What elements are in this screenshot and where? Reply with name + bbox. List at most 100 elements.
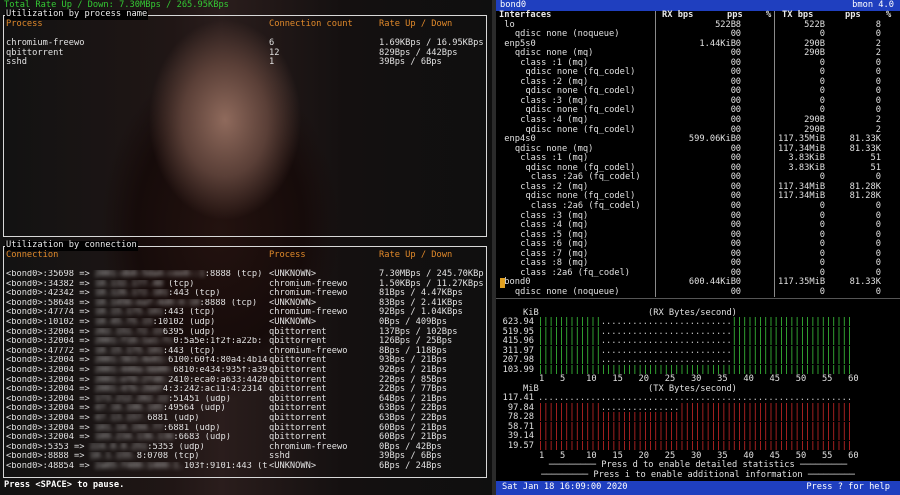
connection-remote-suffix: :8888 (tcp) [199, 298, 258, 308]
conn-rate-col-header: Rate Up / Down [379, 250, 453, 260]
x-tick: 10 [586, 374, 597, 384]
process-name: sshd [6, 57, 27, 68]
connection-row[interactable]: <bond0>:48854 => 2a05:f480:1400:1.103f:9… [6, 462, 268, 472]
connection-local: <bond0>:32004 => [6, 337, 95, 347]
connection-remote-suffix: 8:0708 (tcp) [136, 452, 200, 462]
connection-row[interactable]: <bond0>:32004 => 2001:47b:2b0f4:3:242:ac… [6, 385, 268, 395]
connection-remote-redacted: 2001:db8:5da4:cee0::1 [94, 270, 205, 279]
connection-row[interactable]: <bond0>:32004 => 2001:ef0:2f48:2410:eca0… [6, 376, 268, 386]
tx-pct-header: % [886, 10, 892, 20]
connection-remote-suffix: :10102 (udp) [152, 318, 216, 327]
connection-remote-suffix: :51451 (udp) [168, 394, 231, 404]
connection-remote-redacted: 202.151.72.15 [94, 327, 163, 337]
help-hint[interactable]: Press ? for help [806, 482, 890, 493]
connection-row[interactable]: <bond0>:5353 => 224.0.0.251:5353 (udp) [6, 443, 268, 453]
connection-remote-redacted: 2001:ef0:2f48: [94, 375, 169, 385]
bmon-title-bar: bond0 bmon 4.0 [496, 0, 900, 11]
tx-pps: 0 [875, 105, 881, 116]
connection-local: <bond0>:32004 => [6, 423, 95, 433]
tx-bps: 3.83KiB [788, 162, 825, 173]
tx-pps: 0 [875, 286, 881, 297]
x-tick: 1 [539, 374, 545, 384]
connection-row[interactable]: <bond0>:32004 => 202.151.72.156395 (udp) [6, 328, 268, 338]
process-count: 1 [269, 57, 275, 68]
x-tick: 55 [821, 374, 833, 384]
tx-pps: 2 [875, 48, 881, 59]
connection-row[interactable]: <bond0>:58648 => 10.1456:eaf:4d0:4:10:88… [6, 299, 268, 309]
connection-row[interactable]: <bond0>:32004 => 2001:f16:1a1:fc0:5a5e:1… [6, 337, 268, 347]
connection-remote-suffix: :6881 (udp) [162, 423, 221, 433]
connection-row[interactable]: <bond0>:47772 => 10.15.175.101:443 (tcp) [6, 347, 268, 357]
graph-bar: | [846, 412, 853, 423]
bmon-pane: bond0 bmon 4.0 Interfaces RX bps pps % T… [496, 0, 900, 495]
connection-local: <bond0>:47774 => [6, 308, 95, 318]
graph-bar: | [846, 355, 853, 366]
connection-row[interactable]: <bond0>:32004 => 101.14.194.77:6881 (udp… [6, 424, 268, 434]
connection-remote-redacted: 101.14.194.77 [94, 423, 163, 433]
connection-row[interactable]: <bond0>:8888 => 10.1.155.8:0708 (tcp) [6, 452, 268, 462]
connection-remote-suffix: :443 (tcp) [168, 289, 221, 299]
tx-bps: 0 [819, 210, 825, 221]
bmon-footer: Sat Jan 18 16:09:00 2020 Press ? for hel… [496, 481, 900, 495]
graph-separator [496, 298, 900, 299]
connection-row[interactable]: <bond0>:35698 => 2001:db8:5da4:cee0::1:8… [6, 270, 268, 280]
tx-bps: 0 [819, 229, 825, 240]
connection-row[interactable]: <bond0>:34382 => 10.132.177.40 (tcp) [6, 280, 268, 290]
count-col-header: Connection count [269, 19, 353, 29]
tx-pps: 0 [875, 67, 881, 78]
connection-local: <bond0>:32004 => [6, 414, 95, 423]
x-tick: 60 [848, 374, 859, 384]
connection-remote-suffix: 6395 (udp) [162, 327, 216, 337]
connection-row[interactable]: <bond0>:32004 => 2001:563:4e01:6100:60f4… [6, 356, 268, 366]
x-tick: 15 [612, 374, 623, 384]
tx-pps: 2 [875, 115, 881, 125]
connection-local: <bond0>:32004 => [6, 404, 95, 414]
tx-bps: 522B [804, 19, 825, 30]
bandwhich-pane: Total Rate Up / Down: 7.30MBps / 265.95K… [0, 0, 492, 495]
connection-remote-redacted: 10.15.175.101 [94, 346, 163, 356]
connection-row[interactable]: <bond0>:42342 => 10.126.172.181:443 (tcp… [6, 289, 268, 299]
tx-bps: 0 [819, 248, 825, 259]
connection-row[interactable]: <bond0>:10102 => 10.45.75.15:10102 (udp) [6, 318, 268, 328]
connection-remote-redacted: 224.0.0.251 [89, 442, 148, 452]
connection-local: <bond0>:32004 => [6, 385, 95, 395]
x-tick: 50 [795, 374, 807, 384]
connection-row[interactable]: <bond0>:32004 => 47.16.186.185:49564 (ud… [6, 404, 268, 414]
connection-remote-suffix: 4:3:242:ac11:4:2314 [162, 385, 263, 395]
connection-remote-redacted: 10.15.175.101 [94, 308, 163, 318]
detail-hint: Press d to enable detailed statistics [601, 460, 795, 470]
connection-remote-suffix: 103f:9101:443 (t [183, 462, 268, 471]
tx-bps: 117.35MiB [778, 277, 826, 288]
y-tick: 103.99 [502, 365, 534, 375]
connection-remote-redacted: 10.132.177.40 [94, 279, 163, 289]
connection-row[interactable]: <bond0>:32004 => 47.13.157.6881 (udp) [6, 414, 268, 424]
rx-pct-header: % [766, 10, 772, 20]
interface-name[interactable]: lo [504, 20, 514, 31]
connection-row[interactable]: <bond0>:32004 => 173.212.202.22:51451 (u… [6, 395, 268, 405]
tx-pps: 0 [875, 258, 881, 269]
info-hint: Press i to enable additional information [593, 470, 803, 480]
connection-local: <bond0>:35698 => [6, 270, 95, 279]
connection-local: <bond0>:32004 => [6, 375, 95, 385]
tx-pps: 0 [875, 29, 881, 40]
connection-local: <bond0>:47772 => [6, 346, 95, 356]
graph-bar: | [846, 441, 853, 451]
tx-bps: 0 [819, 258, 825, 269]
connection-remote-suffix: :49564 (udp) [162, 404, 226, 414]
tx-bps: 0 [819, 239, 825, 250]
tx-pps: 8 [875, 19, 881, 30]
connection-row[interactable]: <bond0>:32004 => 109.234.136.136:6683 (u… [6, 433, 268, 443]
connection-remote-redacted: 10.126.172.181 [94, 289, 169, 299]
graph-bar: | [846, 336, 853, 347]
connection-remote-redacted: 173.212.202.22 [94, 394, 169, 404]
graph-bar: | [846, 431, 853, 442]
tx-bps: 0 [819, 286, 825, 297]
interface-name[interactable]: qdisc none (noqueue) [515, 287, 620, 298]
connection-remote-redacted: 10.1456:eaf:4d0:4:10 [94, 298, 200, 308]
connection-remote-redacted: 2001:563:4e01: [94, 356, 169, 366]
col-sep-2 [774, 11, 775, 297]
tx-pps: 0 [875, 239, 881, 250]
connection-row[interactable]: <bond0>:47774 => 10.15.175.101:443 (tcp) [6, 308, 268, 318]
connection-remote-suffix: :8888 (tcp) [204, 270, 263, 279]
connection-row[interactable]: <bond0>:32004 => 2001:440a:bb00:6810:e43… [6, 366, 268, 376]
